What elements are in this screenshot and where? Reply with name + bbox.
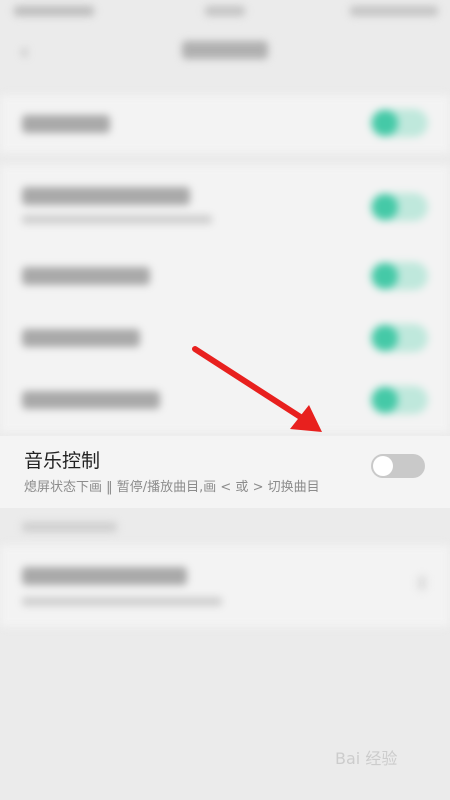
baidu-watermark: Bai 经验	[335, 749, 398, 768]
annotation-arrow-icon	[192, 346, 322, 432]
